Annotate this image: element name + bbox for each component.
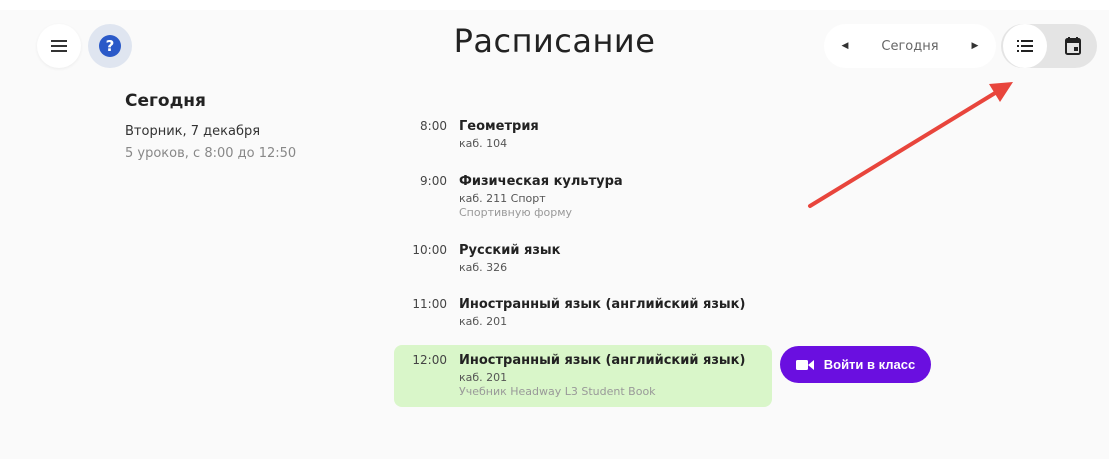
lesson-name: Иностранный язык (английский язык) [459, 297, 746, 312]
list-view-icon [1017, 40, 1033, 52]
lesson-time: 8:00 [420, 119, 447, 133]
day-summary: 5 уроков, с 8:00 до 12:50 [125, 146, 297, 161]
lesson-name: Иностранный язык (английский язык) [459, 353, 746, 368]
lesson-room: каб. 211 Спорт [459, 192, 546, 205]
lesson-item[interactable]: 10:00 Русский язык каб. 326 [394, 243, 772, 283]
join-class-button[interactable]: Войти в класс [780, 346, 931, 383]
lesson-item-current[interactable]: 12:00 Иностранный язык (английский язык)… [394, 345, 772, 407]
join-class-label: Войти в класс [823, 357, 916, 372]
list-view-button[interactable] [1003, 24, 1047, 68]
schedule-page: ? Расписание ◀ Сегодня ▶ Сегодня Вторник… [0, 0, 1109, 459]
lesson-note: Учебник Headway L3 Student Book [459, 385, 656, 398]
lesson-room: каб. 104 [459, 137, 508, 150]
lesson-item[interactable]: 11:00 Иностранный язык (английский язык)… [394, 297, 772, 337]
lesson-note: Спортивную форму [459, 206, 573, 219]
caret-right-icon[interactable]: ▶ [968, 41, 982, 51]
lesson-time: 11:00 [412, 297, 447, 311]
calendar-view-button[interactable] [1051, 24, 1095, 68]
lesson-item[interactable]: 9:00 Физическая культура каб. 211 Спорт … [394, 174, 772, 224]
date-nav-label[interactable]: Сегодня [881, 39, 938, 54]
lesson-item[interactable]: 8:00 Геометрия каб. 104 [394, 119, 772, 159]
lesson-time: 12:00 [412, 353, 447, 367]
lesson-name: Геометрия [459, 119, 539, 134]
caret-left-icon[interactable]: ◀ [838, 41, 852, 51]
lesson-room: каб. 326 [459, 261, 508, 274]
day-date: Вторник, 7 декабря [125, 124, 261, 139]
lesson-time: 10:00 [412, 243, 447, 257]
lesson-time: 9:00 [420, 174, 447, 188]
lesson-room: каб. 201 [459, 371, 508, 384]
video-camera-icon [795, 359, 814, 370]
calendar-view-icon [1065, 37, 1081, 55]
lesson-name: Физическая культура [459, 174, 623, 189]
top-strip [0, 0, 1109, 10]
date-navigator: ◀ Сегодня ▶ [824, 24, 996, 68]
lesson-name: Русский язык [459, 243, 561, 258]
lesson-room: каб. 201 [459, 315, 508, 328]
day-heading: Сегодня [125, 91, 206, 111]
